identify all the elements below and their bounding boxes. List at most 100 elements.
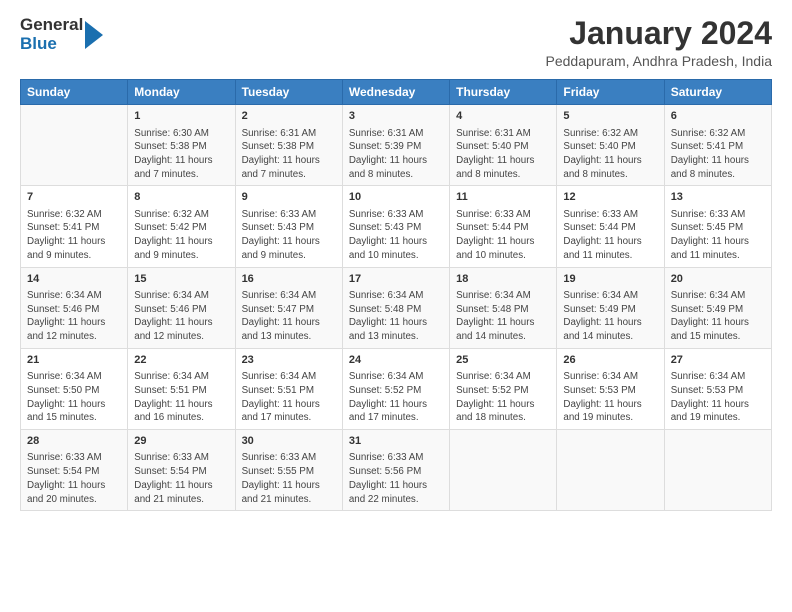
day-info: Sunrise: 6:33 AMSunset: 5:44 PMDaylight:…	[563, 208, 657, 263]
title-section: January 2024 Peddapuram, Andhra Pradesh,…	[546, 16, 773, 69]
calendar-cell: 28 Sunrise: 6:33 AMSunset: 5:54 PMDaylig…	[21, 430, 128, 511]
logo: General Blue	[20, 16, 103, 53]
col-thursday: Thursday	[450, 80, 557, 105]
day-number: 10	[349, 190, 443, 205]
day-info: Sunrise: 6:34 AMSunset: 5:53 PMDaylight:…	[563, 370, 657, 425]
day-number: 30	[242, 434, 336, 449]
table-row: 14 Sunrise: 6:34 AMSunset: 5:46 PMDaylig…	[21, 267, 772, 348]
month-title: January 2024	[546, 16, 773, 51]
calendar-cell: 15 Sunrise: 6:34 AMSunset: 5:46 PMDaylig…	[128, 267, 235, 348]
calendar-cell: 22 Sunrise: 6:34 AMSunset: 5:51 PMDaylig…	[128, 348, 235, 429]
col-friday: Friday	[557, 80, 664, 105]
day-info: Sunrise: 6:34 AMSunset: 5:52 PMDaylight:…	[456, 370, 550, 425]
day-number: 2	[242, 109, 336, 124]
day-number: 22	[134, 353, 228, 368]
day-info: Sunrise: 6:32 AMSunset: 5:41 PMDaylight:…	[27, 208, 121, 263]
day-number: 15	[134, 272, 228, 287]
day-number: 19	[563, 272, 657, 287]
day-info: Sunrise: 6:33 AMSunset: 5:56 PMDaylight:…	[349, 451, 443, 506]
table-row: 1 Sunrise: 6:30 AMSunset: 5:38 PMDayligh…	[21, 105, 772, 186]
calendar-cell: 1 Sunrise: 6:30 AMSunset: 5:38 PMDayligh…	[128, 105, 235, 186]
day-number: 14	[27, 272, 121, 287]
calendar-cell: 18 Sunrise: 6:34 AMSunset: 5:48 PMDaylig…	[450, 267, 557, 348]
calendar-cell: 10 Sunrise: 6:33 AMSunset: 5:43 PMDaylig…	[342, 186, 449, 267]
day-info: Sunrise: 6:34 AMSunset: 5:46 PMDaylight:…	[27, 289, 121, 344]
day-info: Sunrise: 6:34 AMSunset: 5:47 PMDaylight:…	[242, 289, 336, 344]
day-number: 23	[242, 353, 336, 368]
calendar-cell: 21 Sunrise: 6:34 AMSunset: 5:50 PMDaylig…	[21, 348, 128, 429]
day-number: 12	[563, 190, 657, 205]
col-sunday: Sunday	[21, 80, 128, 105]
calendar-cell: 4 Sunrise: 6:31 AMSunset: 5:40 PMDayligh…	[450, 105, 557, 186]
logo-chevron-icon	[85, 21, 103, 49]
day-number: 3	[349, 109, 443, 124]
calendar-cell	[450, 430, 557, 511]
day-info: Sunrise: 6:33 AMSunset: 5:54 PMDaylight:…	[27, 451, 121, 506]
day-info: Sunrise: 6:33 AMSunset: 5:54 PMDaylight:…	[134, 451, 228, 506]
day-info: Sunrise: 6:31 AMSunset: 5:40 PMDaylight:…	[456, 127, 550, 182]
day-number: 24	[349, 353, 443, 368]
calendar-cell: 26 Sunrise: 6:34 AMSunset: 5:53 PMDaylig…	[557, 348, 664, 429]
calendar-cell: 14 Sunrise: 6:34 AMSunset: 5:46 PMDaylig…	[21, 267, 128, 348]
calendar-cell: 9 Sunrise: 6:33 AMSunset: 5:43 PMDayligh…	[235, 186, 342, 267]
day-number: 31	[349, 434, 443, 449]
calendar-cell: 29 Sunrise: 6:33 AMSunset: 5:54 PMDaylig…	[128, 430, 235, 511]
day-info: Sunrise: 6:34 AMSunset: 5:48 PMDaylight:…	[456, 289, 550, 344]
day-number: 26	[563, 353, 657, 368]
calendar-cell: 23 Sunrise: 6:34 AMSunset: 5:51 PMDaylig…	[235, 348, 342, 429]
col-monday: Monday	[128, 80, 235, 105]
day-info: Sunrise: 6:34 AMSunset: 5:49 PMDaylight:…	[671, 289, 765, 344]
calendar-cell: 24 Sunrise: 6:34 AMSunset: 5:52 PMDaylig…	[342, 348, 449, 429]
col-saturday: Saturday	[664, 80, 771, 105]
calendar-cell: 20 Sunrise: 6:34 AMSunset: 5:49 PMDaylig…	[664, 267, 771, 348]
day-number: 25	[456, 353, 550, 368]
calendar-cell: 19 Sunrise: 6:34 AMSunset: 5:49 PMDaylig…	[557, 267, 664, 348]
table-row: 21 Sunrise: 6:34 AMSunset: 5:50 PMDaylig…	[21, 348, 772, 429]
calendar-cell: 5 Sunrise: 6:32 AMSunset: 5:40 PMDayligh…	[557, 105, 664, 186]
day-info: Sunrise: 6:34 AMSunset: 5:53 PMDaylight:…	[671, 370, 765, 425]
day-number: 17	[349, 272, 443, 287]
calendar-cell: 3 Sunrise: 6:31 AMSunset: 5:39 PMDayligh…	[342, 105, 449, 186]
day-info: Sunrise: 6:33 AMSunset: 5:43 PMDaylight:…	[349, 208, 443, 263]
day-number: 8	[134, 190, 228, 205]
day-info: Sunrise: 6:31 AMSunset: 5:38 PMDaylight:…	[242, 127, 336, 182]
day-number: 13	[671, 190, 765, 205]
day-number: 6	[671, 109, 765, 124]
header: General Blue January 2024 Peddapuram, An…	[20, 16, 772, 69]
day-info: Sunrise: 6:30 AMSunset: 5:38 PMDaylight:…	[134, 127, 228, 182]
day-info: Sunrise: 6:34 AMSunset: 5:52 PMDaylight:…	[349, 370, 443, 425]
calendar-table: Sunday Monday Tuesday Wednesday Thursday…	[20, 79, 772, 511]
day-number: 20	[671, 272, 765, 287]
day-number: 1	[134, 109, 228, 124]
calendar-cell: 17 Sunrise: 6:34 AMSunset: 5:48 PMDaylig…	[342, 267, 449, 348]
day-info: Sunrise: 6:33 AMSunset: 5:44 PMDaylight:…	[456, 208, 550, 263]
day-number: 16	[242, 272, 336, 287]
day-info: Sunrise: 6:32 AMSunset: 5:40 PMDaylight:…	[563, 127, 657, 182]
day-info: Sunrise: 6:33 AMSunset: 5:55 PMDaylight:…	[242, 451, 336, 506]
day-info: Sunrise: 6:34 AMSunset: 5:51 PMDaylight:…	[242, 370, 336, 425]
day-number: 5	[563, 109, 657, 124]
calendar-cell: 6 Sunrise: 6:32 AMSunset: 5:41 PMDayligh…	[664, 105, 771, 186]
calendar-cell: 7 Sunrise: 6:32 AMSunset: 5:41 PMDayligh…	[21, 186, 128, 267]
day-number: 21	[27, 353, 121, 368]
day-number: 7	[27, 190, 121, 205]
day-number: 9	[242, 190, 336, 205]
day-number: 4	[456, 109, 550, 124]
calendar-cell	[557, 430, 664, 511]
day-number: 27	[671, 353, 765, 368]
day-info: Sunrise: 6:31 AMSunset: 5:39 PMDaylight:…	[349, 127, 443, 182]
col-tuesday: Tuesday	[235, 80, 342, 105]
day-number: 18	[456, 272, 550, 287]
day-info: Sunrise: 6:34 AMSunset: 5:48 PMDaylight:…	[349, 289, 443, 344]
table-row: 28 Sunrise: 6:33 AMSunset: 5:54 PMDaylig…	[21, 430, 772, 511]
day-info: Sunrise: 6:33 AMSunset: 5:45 PMDaylight:…	[671, 208, 765, 263]
day-info: Sunrise: 6:33 AMSunset: 5:43 PMDaylight:…	[242, 208, 336, 263]
day-info: Sunrise: 6:32 AMSunset: 5:41 PMDaylight:…	[671, 127, 765, 182]
day-number: 11	[456, 190, 550, 205]
calendar-cell: 31 Sunrise: 6:33 AMSunset: 5:56 PMDaylig…	[342, 430, 449, 511]
calendar-cell: 30 Sunrise: 6:33 AMSunset: 5:55 PMDaylig…	[235, 430, 342, 511]
calendar-cell: 13 Sunrise: 6:33 AMSunset: 5:45 PMDaylig…	[664, 186, 771, 267]
day-number: 28	[27, 434, 121, 449]
calendar-cell	[664, 430, 771, 511]
calendar-cell: 27 Sunrise: 6:34 AMSunset: 5:53 PMDaylig…	[664, 348, 771, 429]
